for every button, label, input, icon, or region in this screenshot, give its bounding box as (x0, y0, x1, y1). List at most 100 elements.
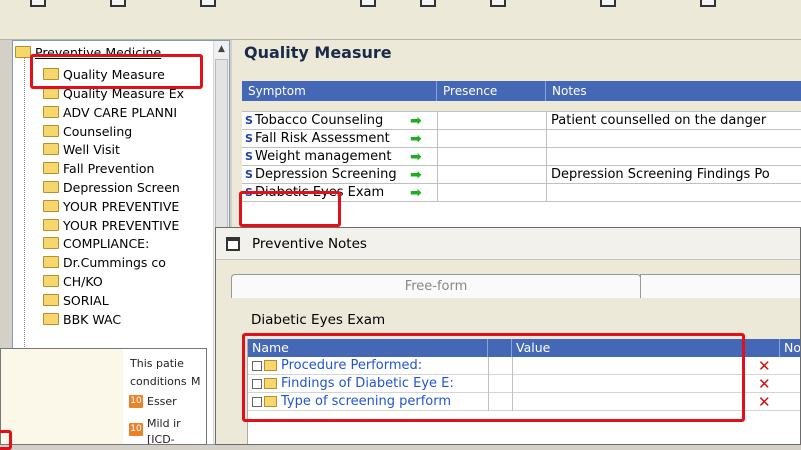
toolbar-button[interactable] (420, 0, 436, 7)
tree-root-preventive-medicine[interactable]: Preventive Medicine (15, 45, 161, 61)
notes-cell[interactable] (546, 184, 801, 202)
table-row[interactable]: Type of screening perform ✕ (248, 393, 800, 411)
preventive-notes-dialog: Preventive Notes Free-form Diabetic Eyes… (215, 227, 801, 445)
arrow-right-icon[interactable]: ➡ (410, 166, 434, 184)
tree-item-label: Preventive Medicine (35, 45, 162, 60)
tree-item[interactable]: YOUR PREVENTIVE (43, 199, 179, 215)
tree-item-quality-measure[interactable]: Quality Measure (43, 67, 165, 83)
toolbar-button[interactable] (30, 0, 46, 7)
symptom-cell[interactable]: Fall Risk Assessment (255, 130, 408, 148)
tab-free-form[interactable]: Free-form (231, 274, 641, 298)
row-checkbox[interactable] (252, 361, 262, 371)
tree-item[interactable]: Quality Measure Ex (43, 86, 184, 102)
grid-header: Symptom Presence Notes (242, 81, 801, 101)
table-row[interactable]: Procedure Performed: ✕ (248, 357, 800, 375)
arrow-right-icon[interactable]: ➡ (410, 130, 434, 148)
table-row[interactable]: S Diabetic Eyes Exam ➡ (242, 184, 801, 202)
tab-structured[interactable] (640, 274, 800, 298)
notes-cell[interactable] (546, 130, 801, 148)
window-icon (226, 237, 240, 251)
delete-icon[interactable]: ✕ (758, 393, 771, 411)
presence-cell[interactable] (437, 184, 545, 202)
presence-cell[interactable] (437, 148, 545, 166)
notes-cell[interactable]: Patient counselled on the danger (546, 112, 801, 130)
delete-icon[interactable]: ✕ (758, 375, 771, 393)
scroll-up-icon[interactable]: ▲ (214, 41, 229, 57)
notes-cell[interactable]: Depression Screening Findings Po (546, 166, 801, 184)
toolbar-button[interactable] (600, 0, 616, 7)
folder-icon (264, 396, 277, 407)
folder-icon (43, 219, 59, 231)
column-header-presence[interactable]: Presence (437, 81, 546, 101)
symptom-grid: S Tobacco Counseling ➡ Patient counselle… (242, 111, 801, 231)
toolbar-button[interactable] (200, 0, 216, 7)
tree-item[interactable]: Well Visit (43, 142, 120, 158)
tree-item-label: Quality Measure Ex (63, 86, 185, 101)
symbol-icon: S (245, 114, 253, 127)
arrow-right-icon[interactable]: ➡ (410, 148, 434, 166)
tree-item[interactable]: CH/KO (43, 274, 103, 290)
tree-item-label: Fall Prevention (63, 161, 155, 176)
table-row[interactable]: S Tobacco Counseling ➡ Patient counselle… (242, 112, 801, 130)
symptom-cell[interactable]: Tobacco Counseling (255, 112, 408, 130)
table-row[interactable]: S Depression Screening ➡ Depression Scre… (242, 166, 801, 184)
symptom-cell[interactable]: Diabetic Eyes Exam (255, 184, 408, 202)
notes-cell[interactable] (546, 148, 801, 166)
delete-icon[interactable]: ✕ (758, 357, 771, 375)
symptom-cell[interactable]: Depression Screening (255, 166, 408, 184)
presence-cell[interactable] (437, 130, 545, 148)
symbol-icon: S (245, 150, 253, 163)
symptom-cell[interactable]: Weight management (255, 148, 408, 166)
folder-icon (43, 87, 59, 99)
toolbar-button[interactable] (700, 0, 716, 7)
tree-item-label: Quality Measure (63, 67, 165, 82)
folder-icon (43, 313, 59, 325)
table-row[interactable]: S Fall Risk Assessment ➡ (242, 130, 801, 148)
folder-icon (43, 68, 59, 80)
folder-icon (43, 256, 59, 268)
column-header-notes[interactable]: Notes (546, 81, 801, 101)
cell-divider (512, 357, 513, 375)
item-name-link[interactable]: Procedure Performed: (281, 357, 511, 375)
dialog-title-bar[interactable]: Preventive Notes (216, 228, 800, 260)
tree-item[interactable]: BBK WAC (43, 312, 121, 328)
tree-item[interactable]: Dr.Cummings co (43, 255, 166, 271)
tree-item-label: CH/KO (63, 274, 103, 289)
arrow-right-icon[interactable]: ➡ (410, 184, 434, 202)
column-header-name[interactable]: Name (248, 339, 488, 357)
tree-item[interactable]: Counseling (43, 124, 132, 140)
column-header-notes[interactable]: No (780, 339, 800, 357)
tree-item[interactable]: YOUR PREVENTIVE (43, 218, 179, 234)
tree-item-label: YOUR PREVENTIVE (63, 218, 180, 233)
item-name-link[interactable]: Findings of Diabetic Eye E: (281, 375, 511, 393)
toolbar-button[interactable] (360, 0, 376, 7)
popup-item-subtext: [ICD- (147, 433, 175, 445)
item-name-link[interactable]: Type of screening perform (281, 393, 511, 411)
tree-item[interactable]: ADV CARE PLANNI (43, 105, 177, 121)
presence-cell[interactable] (437, 166, 545, 184)
tree-item[interactable]: COMPLIANCE: (43, 236, 149, 252)
folder-icon (15, 46, 31, 58)
table-row[interactable]: S Weight management ➡ (242, 148, 801, 166)
row-checkbox[interactable] (252, 397, 262, 407)
tree-item[interactable]: Depression Screen (43, 180, 180, 196)
popup-item-text[interactable]: Mild ir (147, 417, 181, 430)
folder-icon (43, 125, 59, 137)
column-header-blank[interactable] (488, 339, 512, 357)
popup-item-text[interactable]: Esser (147, 395, 177, 408)
arrow-right-icon[interactable]: ➡ (410, 112, 434, 130)
popup-text-line: conditions (130, 375, 187, 388)
priority-badge: 10 (129, 423, 143, 436)
column-header-value[interactable]: Value (512, 339, 780, 357)
tree-item[interactable]: SORIAL (43, 293, 109, 309)
toolbar-button[interactable] (490, 0, 506, 7)
column-header-symptom[interactable]: Symptom (242, 81, 437, 101)
folder-icon (264, 378, 277, 389)
tree-item-label: SORIAL (63, 293, 109, 308)
row-checkbox[interactable] (252, 379, 262, 389)
toolbar-button[interactable] (110, 0, 126, 7)
tree-item[interactable]: Fall Prevention (43, 161, 154, 177)
table-row[interactable]: Findings of Diabetic Eye E: ✕ (248, 375, 800, 393)
symbol-icon: S (245, 132, 253, 145)
presence-cell[interactable] (437, 112, 545, 130)
